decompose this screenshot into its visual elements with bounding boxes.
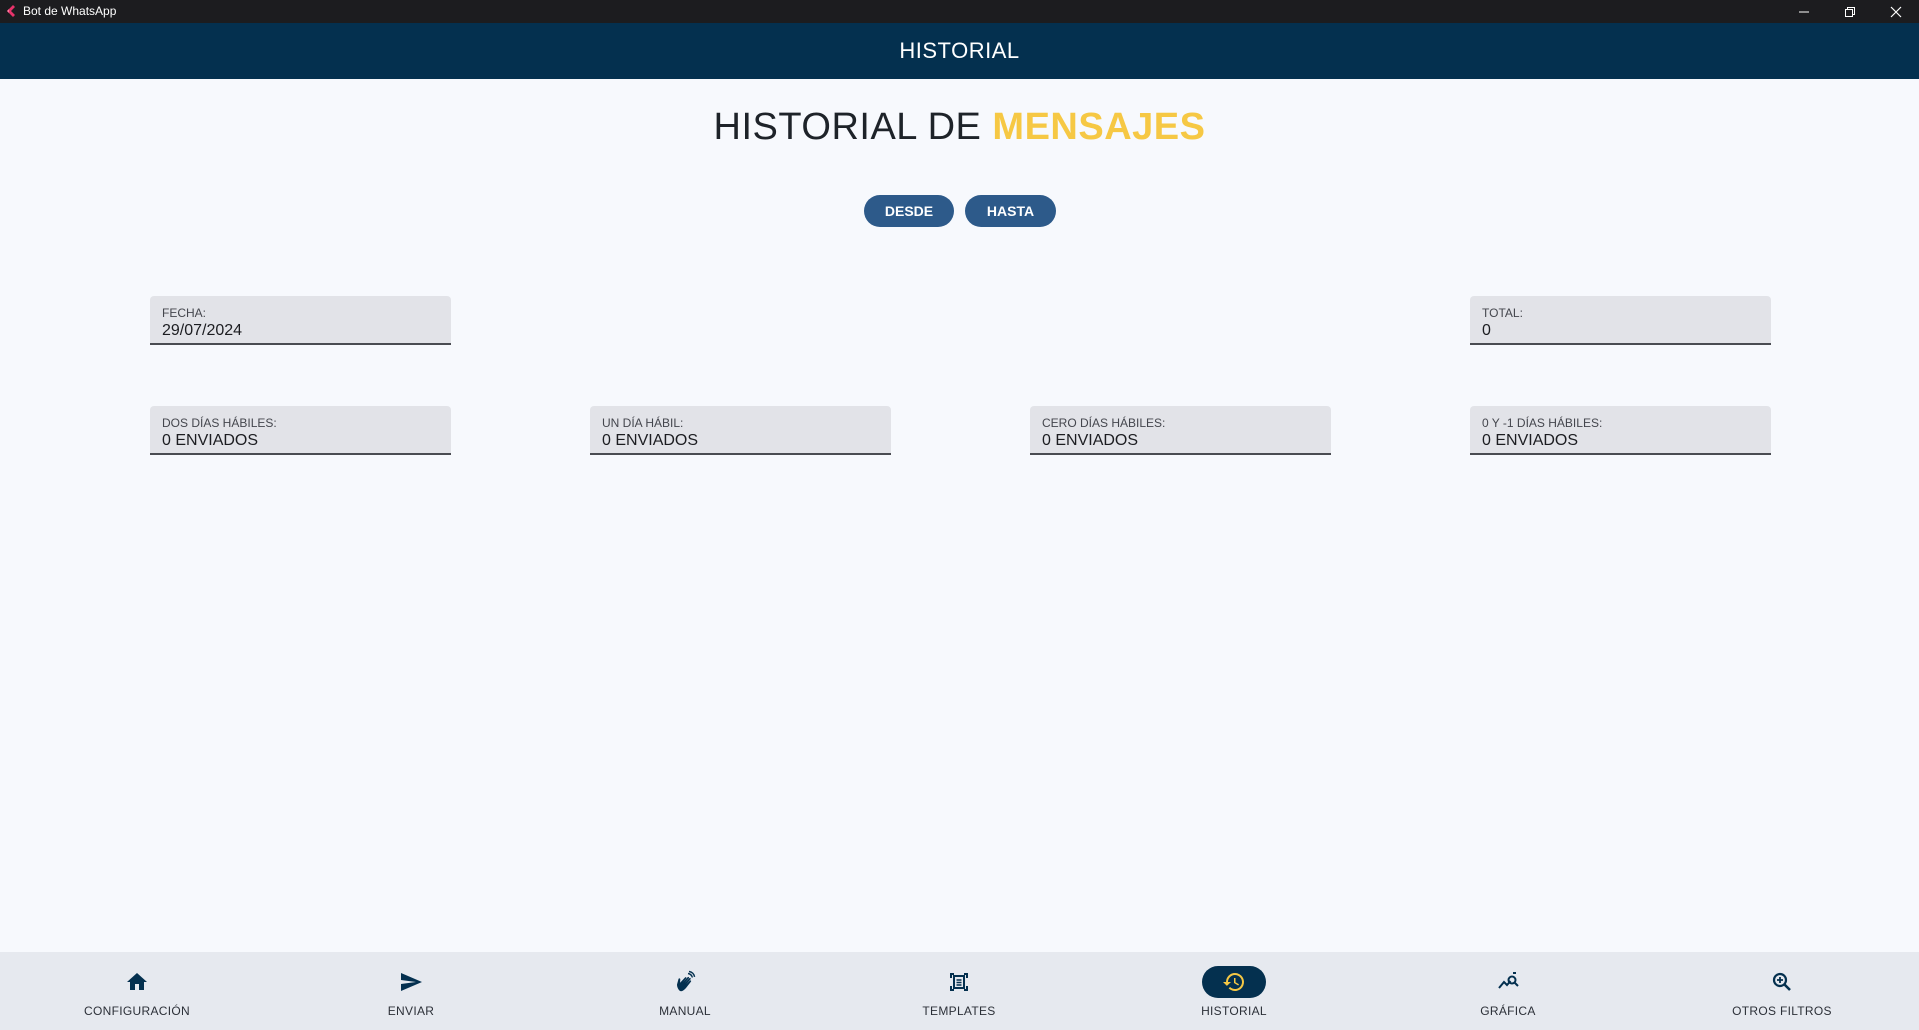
total-label: TOTAL: — [1482, 306, 1523, 320]
nav-label: ENVIAR — [387, 1004, 435, 1018]
document-scan-icon — [927, 966, 991, 998]
cero-dias-habiles-field[interactable]: CERO DÍAS HÁBILES: 0 ENVIADOS — [1030, 406, 1331, 455]
zoom-in-icon — [1750, 966, 1814, 998]
app-icon — [4, 4, 18, 18]
app-header-title: HISTORIAL — [899, 38, 1020, 63]
nav-item-manual[interactable]: MANUAL — [585, 952, 785, 1030]
nav-label: HISTORIAL — [1201, 1004, 1267, 1018]
nav-item-enviar[interactable]: ENVIAR — [311, 952, 511, 1030]
hasta-button[interactable]: HASTA — [965, 195, 1056, 227]
nav-item-otros-filtros[interactable]: OTROS FILTROS — [1682, 952, 1882, 1030]
total-value: 0 — [1482, 322, 1491, 339]
cero-dias-habiles-value: 0 ENVIADOS — [1042, 432, 1139, 449]
nav-item-historial[interactable]: HISTORIAL — [1134, 952, 1334, 1030]
total-field[interactable]: TOTAL: 0 — [1470, 296, 1771, 345]
fecha-label: FECHA: — [162, 306, 207, 320]
dos-dias-habiles-value: 0 ENVIADOS — [162, 432, 259, 449]
nav-item-grafica[interactable]: GRÁFICA — [1408, 952, 1608, 1030]
restore-icon — [1845, 6, 1855, 17]
app-header: HISTORIAL — [0, 23, 1919, 79]
minimize-icon — [1799, 11, 1809, 12]
fecha-value: 29/07/2024 — [162, 322, 243, 339]
close-icon — [1890, 6, 1902, 17]
nav-label: MANUAL — [659, 1004, 711, 1018]
page-title: HISTORIAL DE MENSAJES — [0, 104, 1919, 150]
home-icon — [105, 966, 169, 998]
un-dia-habil-value: 0 ENVIADOS — [602, 432, 699, 449]
nav-label: CONFIGURACIÓN — [84, 1004, 190, 1018]
nav-item-configuracion[interactable]: CONFIGURACIÓN — [37, 952, 237, 1030]
bottom-navigation: CONFIGURACIÓN ENVIAR MANUAL TEMPLATES HI… — [0, 952, 1919, 1030]
cero-menos-uno-dias-habiles-label: 0 Y -1 DÍAS HÁBILES: — [1482, 416, 1603, 430]
page-title-prefix: HISTORIAL DE — [713, 106, 993, 148]
cero-menos-uno-dias-habiles-field[interactable]: 0 Y -1 DÍAS HÁBILES: 0 ENVIADOS — [1470, 406, 1771, 455]
dos-dias-habiles-field[interactable]: DOS DÍAS HÁBILES: 0 ENVIADOS — [150, 406, 451, 455]
nav-item-templates[interactable]: TEMPLATES — [859, 952, 1059, 1030]
history-icon — [1202, 966, 1266, 998]
send-icon — [379, 966, 443, 998]
window-titlebar: Bot de WhatsApp — [0, 0, 1919, 23]
nav-label: OTROS FILTROS — [1732, 1004, 1832, 1018]
un-dia-habil-field[interactable]: UN DÍA HÁBIL: 0 ENVIADOS — [590, 406, 891, 455]
fecha-field[interactable]: FECHA: 29/07/2024 — [150, 296, 451, 345]
nav-label: TEMPLATES — [922, 1004, 996, 1018]
page-title-accent: MENSAJES — [992, 106, 1206, 148]
nav-label: GRÁFICA — [1480, 1004, 1536, 1018]
minimize-button[interactable] — [1781, 0, 1827, 23]
close-button[interactable] — [1873, 0, 1919, 23]
restore-button[interactable] — [1827, 0, 1873, 23]
desde-button[interactable]: DESDE — [864, 195, 954, 227]
dos-dias-habiles-label: DOS DÍAS HÁBILES: — [162, 416, 277, 430]
window-title: Bot de WhatsApp — [23, 4, 117, 18]
cero-dias-habiles-label: CERO DÍAS HÁBILES: — [1042, 416, 1166, 430]
cero-menos-uno-dias-habiles-value: 0 ENVIADOS — [1482, 432, 1579, 449]
un-dia-habil-label: UN DÍA HÁBIL: — [602, 416, 684, 430]
hand-wave-icon — [653, 966, 717, 998]
query-stats-icon — [1476, 966, 1540, 998]
